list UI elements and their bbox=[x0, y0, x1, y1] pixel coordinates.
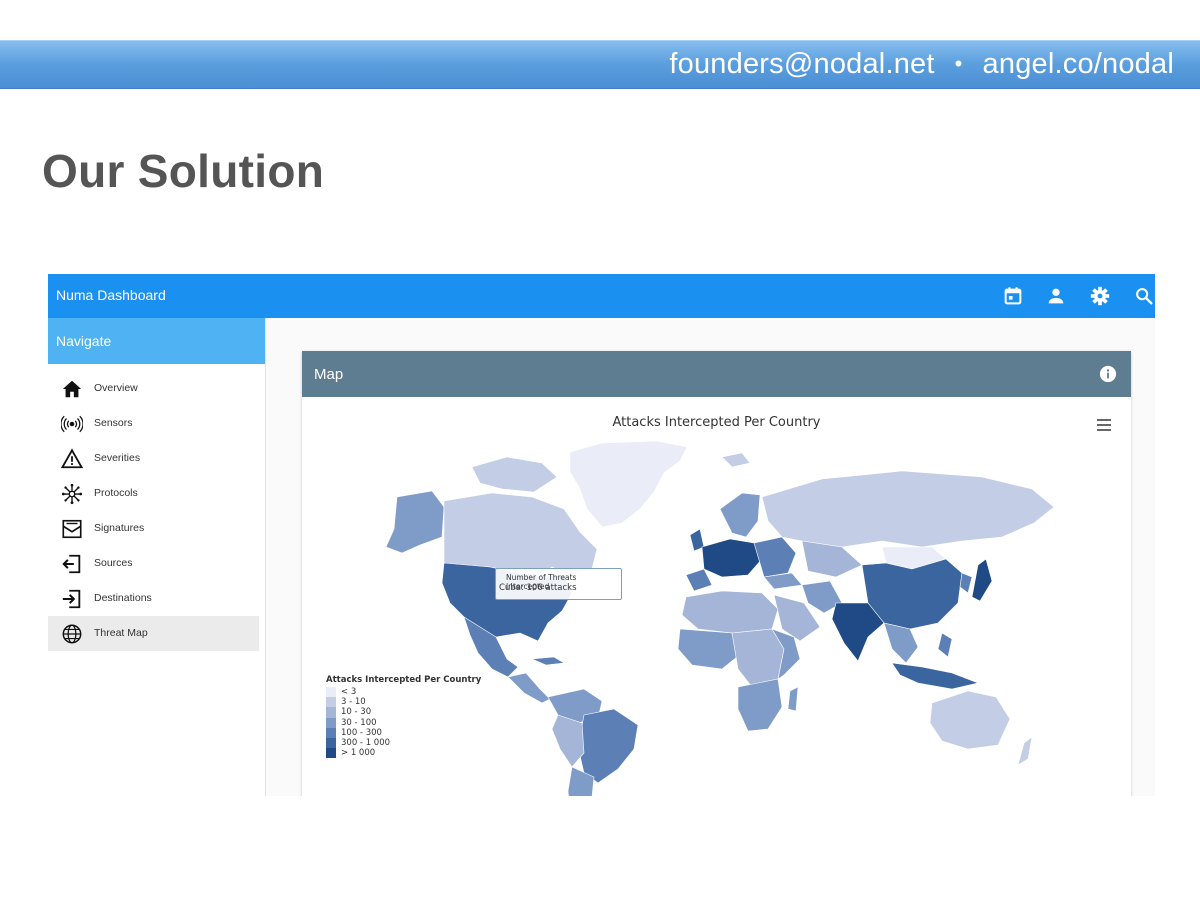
info-icon[interactable] bbox=[1099, 365, 1117, 383]
legend-swatch bbox=[326, 687, 336, 698]
nav-item-sources[interactable]: Sources bbox=[48, 546, 259, 581]
protocols-icon bbox=[61, 483, 83, 505]
source-icon bbox=[61, 553, 83, 575]
nav-item-destinations[interactable]: Destinations bbox=[48, 581, 259, 616]
card-header: Map bbox=[302, 351, 1131, 397]
card-title: Map bbox=[314, 366, 344, 383]
contact-site[interactable]: angel.co/nodal bbox=[983, 48, 1174, 80]
contact-separator: • bbox=[954, 51, 963, 76]
legend-swatch bbox=[326, 707, 336, 718]
warning-icon bbox=[61, 448, 83, 470]
dashboard-screenshot: Numa Dashboard Navigate Overview Sensors… bbox=[48, 274, 1155, 796]
legend-rows: < 33 - 10 10 - 30 30 - 100 100 - 300 300 - 1… bbox=[326, 687, 481, 759]
chart-menu-icon[interactable] bbox=[1097, 419, 1111, 431]
map-tooltip: Number of Threats Intercepted Cuba: 106 … bbox=[495, 568, 622, 600]
nav-label: Sensors bbox=[94, 417, 133, 429]
legend-item[interactable]: 3 - 10 bbox=[326, 697, 481, 708]
country-alaska[interactable] bbox=[385, 490, 445, 554]
legend-item[interactable]: 10 - 30 bbox=[326, 707, 481, 718]
legend-label: 30 - 100 bbox=[341, 717, 377, 728]
sensor-icon bbox=[61, 413, 83, 435]
nav-label: Severities bbox=[94, 452, 141, 464]
country-arctic-islands[interactable] bbox=[471, 456, 558, 493]
country-madagascar[interactable] bbox=[787, 686, 799, 712]
country-canada[interactable] bbox=[443, 492, 598, 578]
country-svalbard[interactable] bbox=[721, 452, 751, 468]
navigate-header: Navigate bbox=[48, 318, 265, 364]
home-icon bbox=[61, 378, 83, 400]
destination-icon bbox=[61, 588, 83, 610]
legend-item[interactable]: < 3 bbox=[326, 687, 481, 698]
legend-item[interactable]: 100 - 300 bbox=[326, 727, 481, 738]
legend-swatch bbox=[326, 697, 336, 708]
country-eastern-europe[interactable] bbox=[753, 536, 797, 578]
tooltip-value: Cuba: 106 attacks bbox=[499, 583, 577, 593]
nav-label: Signatures bbox=[94, 522, 145, 534]
country-australia[interactable] bbox=[929, 690, 1011, 750]
legend-label: 3 - 10 bbox=[341, 697, 366, 708]
nav-label: Destinations bbox=[94, 592, 152, 604]
content-area: Map Attacks Intercepted Per Country Numb… bbox=[267, 318, 1155, 796]
gear-icon[interactable] bbox=[1089, 285, 1111, 307]
legend-swatch bbox=[326, 727, 336, 738]
nav-label: Threat Map bbox=[94, 627, 148, 639]
slide-title: Our Solution bbox=[42, 145, 325, 197]
nav-item-overview[interactable]: Overview bbox=[48, 371, 259, 406]
country-russia[interactable] bbox=[761, 470, 1055, 548]
country-kazakhstan[interactable] bbox=[801, 540, 863, 578]
nav-item-protocols[interactable]: Protocols bbox=[48, 476, 259, 511]
nav-list: Overview Sensors Severities Protocols Si… bbox=[48, 364, 265, 651]
country-new-zealand[interactable] bbox=[1017, 736, 1033, 766]
legend-swatch bbox=[326, 737, 336, 749]
country-western-europe[interactable] bbox=[701, 538, 763, 578]
nav-item-signatures[interactable]: Signatures bbox=[48, 511, 259, 546]
country-southern-africa[interactable] bbox=[737, 678, 783, 732]
calendar-icon[interactable] bbox=[1002, 285, 1024, 307]
app-topbar: Numa Dashboard bbox=[48, 274, 1155, 318]
country-brazil[interactable] bbox=[577, 708, 639, 784]
chart-title: Attacks Intercepted Per Country bbox=[612, 415, 821, 430]
legend-item[interactable]: 300 - 1 000 bbox=[326, 737, 481, 749]
country-iberia[interactable] bbox=[685, 568, 713, 592]
country-scandinavia[interactable] bbox=[719, 492, 761, 538]
legend-swatch bbox=[326, 717, 336, 728]
legend-label: 100 - 300 bbox=[341, 727, 382, 738]
contact-email[interactable]: founders@nodal.net bbox=[669, 48, 934, 80]
country-central-africa[interactable] bbox=[731, 628, 785, 688]
legend-swatch bbox=[326, 748, 336, 759]
search-icon[interactable] bbox=[1133, 285, 1155, 307]
legend-label: 10 - 30 bbox=[341, 707, 372, 718]
legend-label: 300 - 1 000 bbox=[341, 737, 391, 748]
signature-icon bbox=[61, 518, 83, 540]
app-title[interactable]: Numa Dashboard bbox=[56, 287, 166, 303]
nav-item-severities[interactable]: Severities bbox=[48, 441, 259, 476]
legend-label: > 1 000 bbox=[341, 748, 376, 759]
sidebar: Navigate Overview Sensors Severities Pro… bbox=[48, 318, 266, 796]
slide: founders@nodal.net • angel.co/nodal Our So… bbox=[0, 0, 1200, 900]
country-cuba[interactable] bbox=[531, 656, 565, 666]
map-card: Map Attacks Intercepted Per Country Numb… bbox=[302, 351, 1131, 796]
nav-label: Overview bbox=[94, 382, 138, 394]
legend-label: < 3 bbox=[341, 687, 357, 697]
country-japan[interactable] bbox=[971, 558, 993, 602]
country-central-america[interactable] bbox=[507, 672, 551, 704]
nav-label: Protocols bbox=[94, 487, 138, 499]
country-korea[interactable] bbox=[959, 572, 973, 594]
country-north-africa[interactable] bbox=[681, 590, 779, 634]
globe-icon bbox=[61, 623, 83, 645]
nav-item-sensors[interactable]: Sensors bbox=[48, 406, 259, 441]
contact-line: founders@nodal.net • angel.co/nodal bbox=[669, 46, 1174, 82]
legend-title: Attacks Intercepted Per Country bbox=[326, 675, 482, 685]
country-peru-bolivia[interactable] bbox=[551, 714, 585, 768]
country-indonesia[interactable] bbox=[891, 662, 980, 690]
nav-item-threat-map[interactable]: Threat Map bbox=[48, 616, 259, 651]
user-icon[interactable] bbox=[1045, 285, 1067, 307]
country-philippines[interactable] bbox=[937, 632, 953, 658]
legend-item[interactable]: 30 - 100 bbox=[326, 717, 481, 728]
country-greenland[interactable] bbox=[569, 440, 688, 528]
legend-item[interactable]: > 1 000 bbox=[326, 748, 481, 759]
country-southeast-asia[interactable] bbox=[883, 622, 919, 664]
nav-label: Sources bbox=[94, 557, 133, 569]
map-legend: Attacks Intercepted Per Country < 33 - 1… bbox=[326, 675, 482, 759]
